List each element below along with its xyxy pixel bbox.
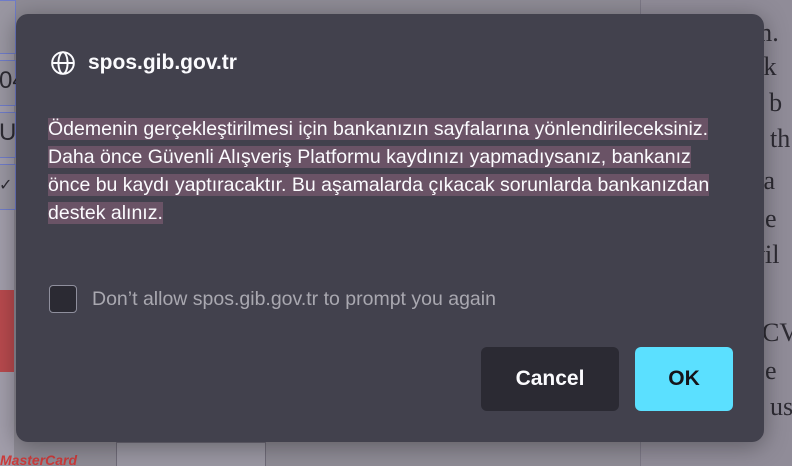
- background-text: CV: [762, 318, 792, 347]
- dialog-message: Ödemenin gerçekleştirilmesi için bankanı…: [48, 115, 728, 227]
- globe-icon: [51, 51, 75, 75]
- ok-button[interactable]: OK: [635, 347, 733, 411]
- prompt-dialog: spos.gib.gov.tr Ödemenin gerçekleştirilm…: [16, 14, 764, 442]
- background-text: th: [770, 124, 791, 153]
- background-card-logo: MasterCard: [0, 452, 78, 466]
- background-field-text: U: [0, 119, 17, 146]
- background-field: ✓: [0, 164, 16, 210]
- suppress-prompt-checkbox[interactable]: [49, 285, 77, 313]
- background-trust-badge: [116, 442, 266, 466]
- background-panel: [0, 0, 16, 54]
- suppress-prompt-label[interactable]: Don’t allow spos.gib.gov.tr to prompt yo…: [92, 288, 496, 311]
- dialog-header: spos.gib.gov.tr: [50, 50, 237, 76]
- dialog-message-line: Ödemenin gerçekleştirilmesi için bankanı…: [48, 118, 709, 140]
- background-field: U: [0, 112, 16, 158]
- dialog-message-line: Daha önce Güvenli Alışveriş Platformu ka…: [48, 146, 710, 224]
- background-text: us: [770, 392, 792, 421]
- suppress-prompt-row[interactable]: Don’t allow spos.gib.gov.tr to prompt yo…: [49, 285, 496, 313]
- background-field: 04: [0, 60, 26, 106]
- background-check-icon: ✓: [0, 177, 13, 194]
- dialog-origin: spos.gib.gov.tr: [88, 51, 237, 74]
- background-red-block: [0, 290, 14, 372]
- cancel-button[interactable]: Cancel: [481, 347, 619, 411]
